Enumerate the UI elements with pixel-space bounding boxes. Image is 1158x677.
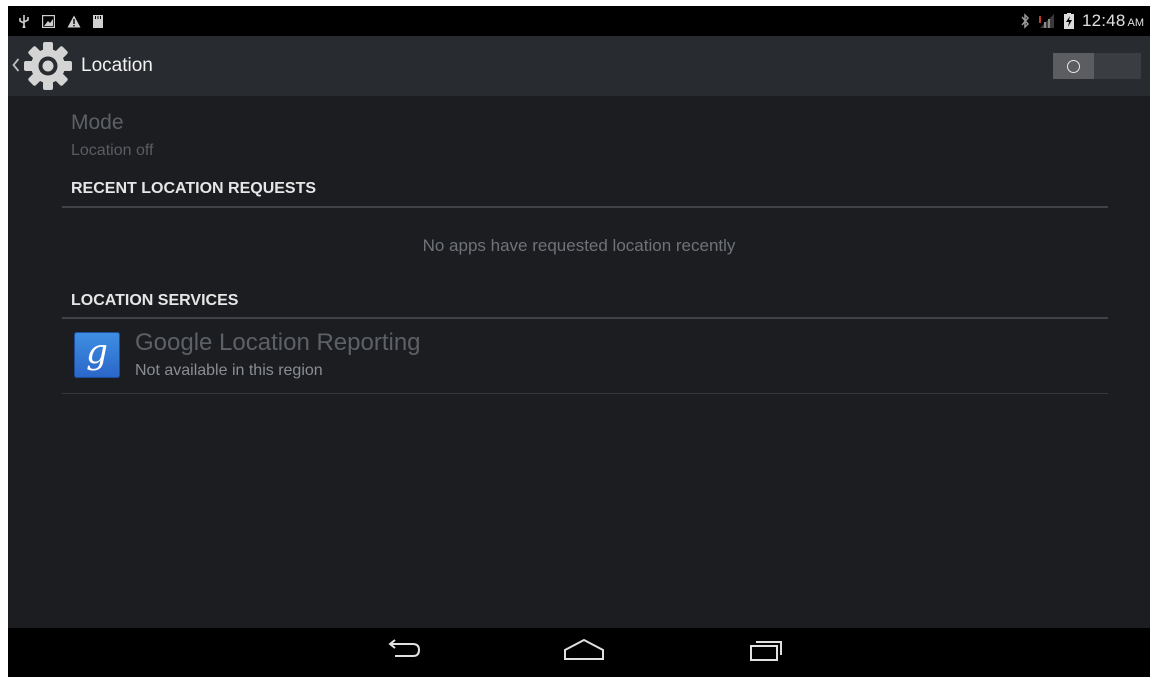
chevron-left-icon [12, 58, 20, 77]
recents-icon [746, 637, 786, 668]
service-title: Google Location Reporting [135, 329, 421, 356]
settings-gear-icon [22, 40, 74, 97]
warning-icon [67, 15, 81, 28]
clock-ampm: AM [1127, 17, 1145, 29]
home-button[interactable] [554, 634, 614, 670]
google-location-reporting-item[interactable]: g Google Location Reporting Not availabl… [71, 328, 1101, 390]
home-icon [563, 638, 605, 667]
image-icon [42, 14, 55, 28]
switch-thumb [1053, 53, 1094, 79]
recent-requests-header: RECENT LOCATION REQUESTS [71, 180, 317, 197]
navigation-bar [8, 628, 1150, 677]
action-bar: Location [8, 36, 1150, 96]
mode-preference[interactable]: Mode Location off [71, 110, 153, 162]
service-summary: Not available in this region [135, 362, 323, 379]
notification-icons [18, 6, 103, 36]
recents-button[interactable] [736, 634, 796, 670]
usb-icon [18, 14, 30, 28]
recent-requests-empty-text: No apps have requested location recently [422, 236, 736, 255]
switch-off-icon [1067, 59, 1080, 73]
mode-title: Mode [71, 111, 124, 134]
status-bar: 12:48 AM [8, 6, 1150, 36]
signal-icon [1038, 13, 1056, 29]
back-button[interactable] [372, 634, 432, 670]
clock-time: 12:48 [1081, 11, 1126, 30]
back-icon [382, 638, 422, 667]
mode-summary: Location off [71, 142, 154, 159]
google-search-glyph: g [86, 332, 108, 372]
device-screen: 12:48 AM Location Mode Location off RECE… [8, 6, 1150, 677]
location-services-divider [62, 317, 1108, 319]
page-title: Location [81, 55, 153, 76]
battery-charging-icon [1063, 13, 1074, 29]
system-icons: 12:48 AM [1020, 6, 1144, 36]
up-navigation-button[interactable] [8, 36, 72, 96]
clock: 12:48 AM [1082, 11, 1144, 31]
location-toggle-switch[interactable] [1053, 53, 1141, 79]
service-item-divider [62, 393, 1108, 394]
bluetooth-icon [1020, 13, 1030, 29]
recent-requests-divider [62, 206, 1108, 208]
google-search-icon: g [74, 332, 120, 378]
location-services-header: LOCATION SERVICES [71, 292, 239, 309]
settings-content: Mode Location off RECENT LOCATION REQUES… [8, 96, 1150, 628]
sd-card-icon [93, 14, 103, 28]
